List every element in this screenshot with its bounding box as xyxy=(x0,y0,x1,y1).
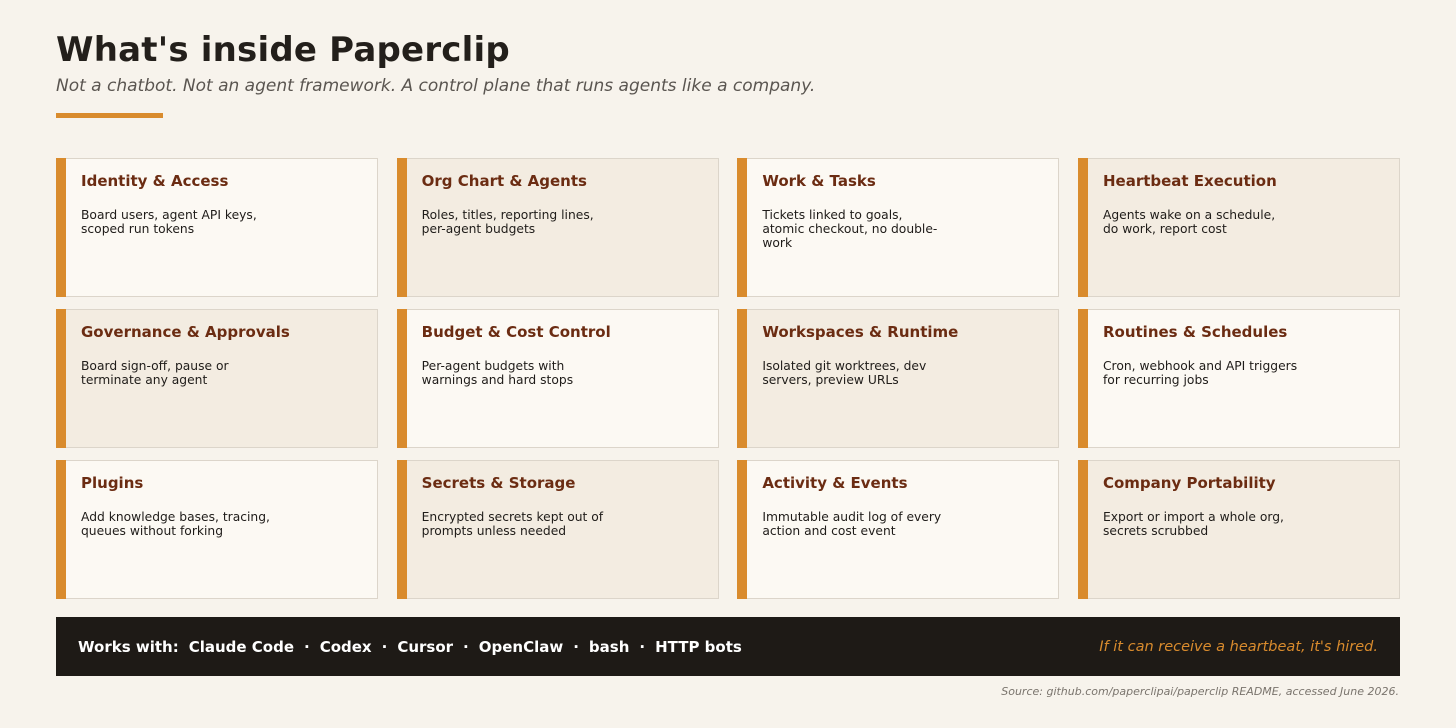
card-title: Secrets & Storage xyxy=(421,474,576,492)
card-description: Encrypted secrets kept out of prompts un… xyxy=(421,510,604,538)
card-description: Cron, webhook and API triggers for recur… xyxy=(1102,359,1298,387)
card-title: Heartbeat Execution xyxy=(1102,172,1277,190)
card-title: Governance & Approvals xyxy=(81,323,290,341)
separator-dot: · xyxy=(639,637,646,656)
card-title: Activity & Events xyxy=(762,474,908,492)
card-heartbeat-execution: Heartbeat Execution Agents wake on a sch… xyxy=(1077,158,1400,297)
tool-cursor: Cursor xyxy=(397,637,454,656)
separator-dot: · xyxy=(381,637,388,656)
tool-claude-code: Claude Code xyxy=(188,637,294,656)
separator-dot: · xyxy=(463,637,469,656)
separator-dot: · xyxy=(573,637,579,656)
card-budget-cost-control: Budget & Cost Control Per-agent budgets … xyxy=(396,309,719,448)
works-with-label: Works with: xyxy=(78,637,179,656)
card-description: Immutable audit log of every action and … xyxy=(762,510,942,538)
source-note: Source: github.com/paperclipai/paperclip… xyxy=(1001,685,1399,698)
card-title: Identity & Access xyxy=(81,172,229,190)
separator-dot: · xyxy=(304,637,310,656)
tagline: If it can receive a heartbeat, it's hire… xyxy=(1099,638,1378,655)
card-title: Work & Tasks xyxy=(762,172,876,190)
works-with-bar: Works with: Claude Code · Codex · Cursor… xyxy=(56,617,1400,676)
card-description: Isolated git worktrees, dev servers, pre… xyxy=(762,359,927,387)
card-secrets-storage: Secrets & Storage Encrypted secrets kept… xyxy=(396,460,719,599)
card-identity-access: Identity & Access Board users, agent API… xyxy=(56,158,378,297)
card-description: Roles, titles, reporting lines, per-agen… xyxy=(421,208,594,236)
card-description: Export or import a whole org, secrets sc… xyxy=(1102,510,1284,538)
accent-rule xyxy=(56,113,163,118)
card-title: Company Portability xyxy=(1102,474,1276,492)
feature-grid: Identity & Access Board users, agent API… xyxy=(56,158,1400,599)
tool-openclaw: OpenClaw xyxy=(478,637,564,656)
card-activity-events: Activity & Events Immutable audit log of… xyxy=(737,460,1060,599)
works-with-list: Works with: Claude Code · Codex · Cursor… xyxy=(78,638,742,656)
card-plugins: Plugins Add knowledge bases, tracing, qu… xyxy=(56,460,378,599)
card-title: Routines & Schedules xyxy=(1102,323,1288,341)
card-title: Plugins xyxy=(81,474,144,492)
card-routines-schedules: Routines & Schedules Cron, webhook and A… xyxy=(1077,309,1400,448)
card-work-tasks: Work & Tasks Tickets linked to goals, at… xyxy=(737,158,1060,297)
page-title: What's inside Paperclip xyxy=(56,30,510,70)
card-description: Board users, agent API keys, scoped run … xyxy=(81,208,257,236)
card-org-chart-agents: Org Chart & Agents Roles, titles, report… xyxy=(396,158,719,297)
card-title: Budget & Cost Control xyxy=(421,323,611,341)
card-description: Tickets linked to goals, atomic checkout… xyxy=(762,208,938,250)
card-company-portability: Company Portability Export or import a w… xyxy=(1077,460,1400,599)
card-description: Agents wake on a schedule, do work, repo… xyxy=(1102,208,1276,236)
card-title: Workspaces & Runtime xyxy=(762,323,959,341)
card-workspaces-runtime: Workspaces & Runtime Isolated git worktr… xyxy=(737,309,1060,448)
tool-bash: bash xyxy=(588,637,630,656)
tool-codex: Codex xyxy=(319,637,372,656)
card-description: Per-agent budgets with warnings and hard… xyxy=(421,359,574,387)
card-description: Add knowledge bases, tracing, queues wit… xyxy=(81,510,270,538)
card-description: Board sign-off, pause or terminate any a… xyxy=(81,359,229,387)
page-subtitle: Not a chatbot. Not an agent framework. A… xyxy=(56,76,816,96)
card-governance-approvals: Governance & Approvals Board sign-off, p… xyxy=(56,309,378,448)
card-title: Org Chart & Agents xyxy=(421,172,587,190)
tool-http-bots: HTTP bots xyxy=(655,637,742,656)
